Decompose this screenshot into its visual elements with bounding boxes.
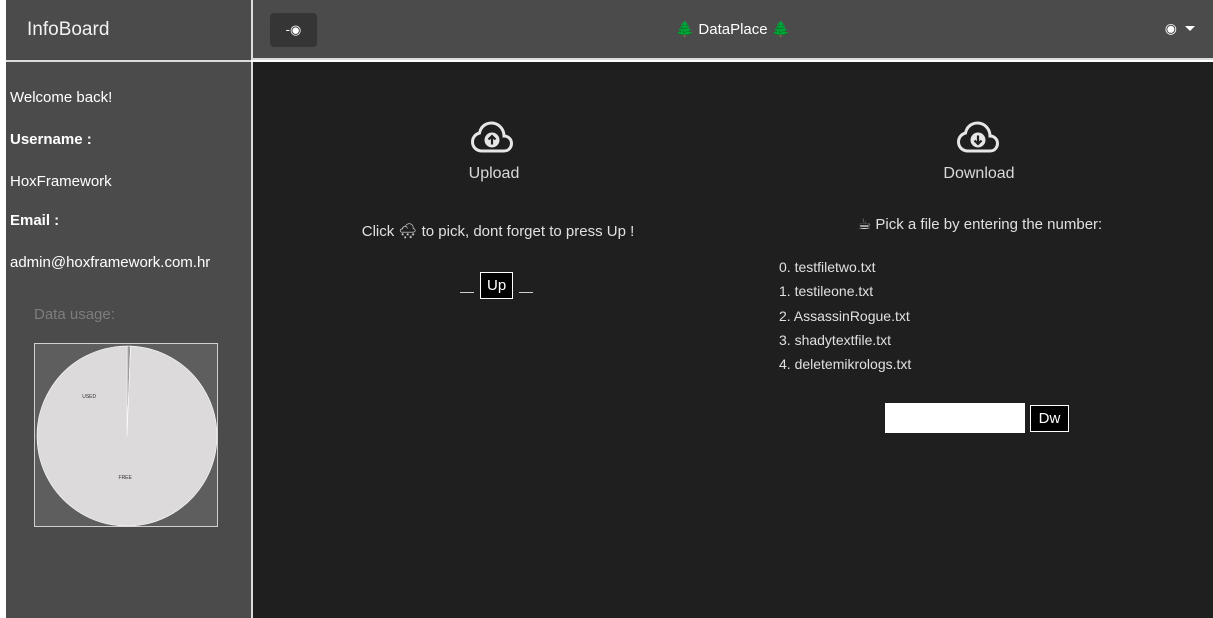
cloud-download-icon[interactable] (957, 120, 999, 156)
download-hint: ☕ Pick a file by entering the number: (857, 216, 1103, 233)
user-icon: ◉ (1164, 20, 1177, 36)
username-value: HoxFramework (10, 173, 112, 190)
data-usage-title: Data usage: (34, 306, 115, 323)
username-label: Username : (10, 131, 92, 148)
upload-hint: Click 🌨 to pick, dont forget to press Up… (361, 223, 635, 240)
user-menu-dropdown[interactable]: ◉ (1165, 20, 1195, 37)
upload-controls: Up (460, 272, 534, 299)
main-content: Upload Click 🌨 to pick, dont forget to p… (251, 62, 1213, 618)
pie-label-free: FREE (119, 475, 133, 481)
top-bar: -◉ 🌲 DataPlace 🌲 ◉ (251, 0, 1213, 60)
upload-button[interactable]: Up (480, 272, 514, 299)
email-label: Email : (10, 212, 60, 229)
sidebar: InfoBoard Welcome back! Username : HoxFr… (6, 0, 251, 618)
file-list: 0. testfiletwo.txt 1. testileone.txt 2. As… (779, 255, 911, 376)
file-picker-right[interactable] (519, 292, 534, 293)
file-list-item: 2. AssassinRogue.txt (779, 307, 910, 324)
chevron-down-icon (1185, 26, 1195, 31)
header-title: 🌲 DataPlace 🌲 (253, 20, 1213, 38)
pie-label-used: USED (82, 394, 96, 400)
header-title-text: DataPlace (698, 21, 768, 38)
tree-icon: 🌲 (771, 21, 791, 38)
app-root: InfoBoard Welcome back! Username : HoxFr… (6, 0, 1213, 618)
upload-label: Upload (468, 165, 520, 182)
file-list-item: 4. deletemikrologs.txt (779, 356, 912, 373)
email-value: admin@hoxframework.com.hr (10, 254, 211, 271)
file-list-item: 1. testileone.txt (779, 283, 874, 300)
file-list-item: 3. shadytextfile.txt (779, 331, 892, 348)
download-label: Download (943, 165, 1015, 182)
file-list-item: 0. testfiletwo.txt (779, 259, 876, 275)
welcome-text: Welcome back! (10, 89, 113, 106)
brand-bar: InfoBoard (6, 0, 251, 62)
file-number-input[interactable] (885, 403, 1025, 433)
tree-icon: 🌲 (675, 21, 695, 38)
cloud-upload-icon[interactable] (471, 120, 513, 156)
pie-chart-svg: USED FREE (36, 345, 218, 527)
download-button[interactable]: Dw (1030, 405, 1069, 432)
file-picker-left[interactable] (460, 292, 474, 293)
brand-title[interactable]: InfoBoard (27, 19, 109, 41)
pie-slice-free (36, 345, 218, 527)
data-usage-chart: USED FREE (34, 343, 218, 527)
